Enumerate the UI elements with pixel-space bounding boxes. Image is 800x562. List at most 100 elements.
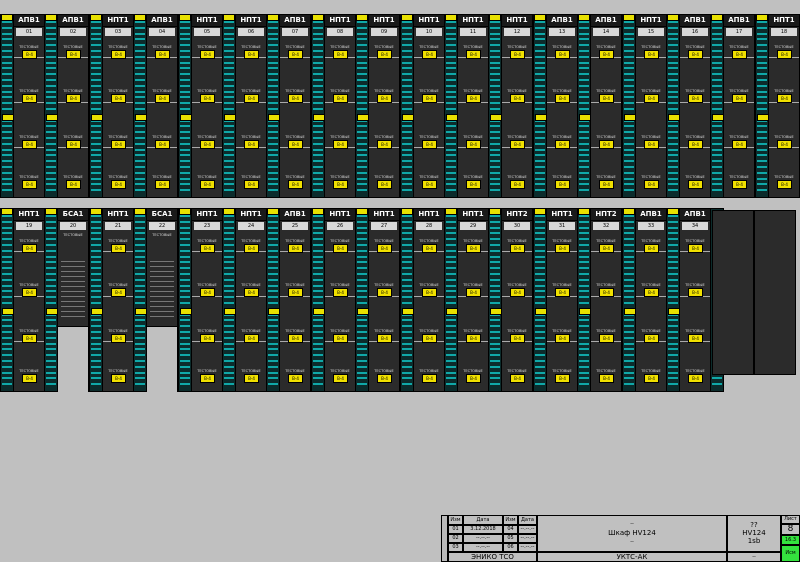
channel-label: ТЕСТОВЫЕ: [374, 45, 394, 49]
status-badge: В-4: [732, 94, 747, 103]
module-body: 26 ТЕСТОВЫЕ В-4 ТЕСТОВЫЕ В-4 ТЕСТОВЫЕ В-4 ТЕСТО…: [324, 220, 356, 392]
module-number: 30: [504, 222, 530, 230]
status-badge: В-4: [244, 140, 259, 149]
status-badge: В-4: [288, 140, 303, 149]
system-name: УКТС-АК: [537, 552, 727, 562]
module-number: 19: [16, 222, 42, 230]
bar-cap: [312, 208, 324, 215]
status-badge: В-4: [22, 50, 37, 59]
status-badge: В-4: [688, 50, 703, 59]
status-badge: В-4: [422, 94, 437, 103]
connector-strip: [355, 208, 369, 392]
status-badge: В-4: [688, 140, 703, 149]
status-badge: В-4: [22, 140, 37, 149]
status-badge: В-4: [466, 94, 481, 103]
status-badge: В-4: [422, 334, 437, 343]
status-badge: В-4: [644, 334, 659, 343]
channel-label: ТЕСТОВЫЕ: [507, 45, 527, 49]
channel-label: ТЕСТОВЫЕ: [19, 239, 39, 243]
channel-label: ТЕСТОВЫЕ: [241, 135, 261, 139]
channel-label: ТЕСТОВЫЕ: [19, 369, 39, 373]
module-number: 21: [105, 222, 131, 230]
bar-cap: [401, 14, 413, 21]
bar-cap: [711, 14, 723, 21]
module-number: 08: [327, 28, 353, 36]
empty-slot: [712, 210, 754, 375]
channel-label: ТЕСТОВЫЕ: [641, 135, 661, 139]
channel-label: ТЕСТОВЫЕ: [152, 175, 172, 179]
channel-label: ТЕСТОВЫЕ: [507, 329, 527, 333]
status-badge: В-4: [111, 180, 126, 189]
connector-strip: [622, 14, 636, 198]
channel-label: ТЕСТОВЫЕ: [19, 329, 39, 333]
status-badge: В-4: [555, 180, 570, 189]
channel-label: ТЕСТОВЫЕ: [241, 329, 261, 333]
channel-label: ТЕСТОВЫЕ: [774, 89, 794, 93]
connector-strip: [178, 208, 192, 392]
status-badge: В-4: [200, 180, 215, 189]
bar-cap: [223, 14, 235, 21]
connector-strip: [222, 14, 236, 198]
channel-label: ТЕСТОВЫЕ: [374, 283, 394, 287]
status-badge: В-4: [111, 94, 126, 103]
status-badge: В-4: [732, 50, 747, 59]
channel-label: ТЕСТОВЫЕ: [507, 89, 527, 93]
module-body: 33 ТЕСТОВЫЕ В-4 ТЕСТОВЫЕ В-4 ТЕСТОВЫЕ В-4 ТЕСТО…: [635, 220, 667, 392]
code-bottom: --: [727, 552, 781, 562]
status-badge: В-4: [333, 334, 348, 343]
channel-label: ТЕСТОВЫЕ: [641, 369, 661, 373]
status-badge: В-4: [555, 140, 570, 149]
channel-label: ТЕСТОВЫЕ: [330, 369, 350, 373]
status-badge: В-4: [644, 94, 659, 103]
channel-label: ТЕСТОВЫЕ: [330, 45, 350, 49]
status-badge: В-4: [288, 334, 303, 343]
channel-label: ТЕСТОВЫЕ: [63, 89, 83, 93]
connector-strip: [666, 208, 680, 392]
status-badge: В-4: [644, 180, 659, 189]
module-number: 01: [16, 28, 42, 36]
module-body: 13 ТЕСТОВЫЕ В-4 ТЕСТОВЫЕ В-4 ТЕСТОВЫЕ В-4 ТЕСТО…: [546, 26, 578, 198]
channel-label: ТЕСТОВЫЕ: [641, 329, 661, 333]
bar-cap: [401, 208, 413, 215]
module-body: 11 ТЕСТОВЫЕ В-4 ТЕСТОВЫЕ В-4 ТЕСТОВЫЕ В-4 ТЕСТО…: [457, 26, 489, 198]
module-body: 28 ТЕСТОВЫЕ В-4 ТЕСТОВЫЕ В-4 ТЕСТОВЫЕ В-4 ТЕСТО…: [413, 220, 445, 392]
status-badge: В-4: [555, 334, 570, 343]
channel-label: ТЕСТОВЫЕ: [685, 135, 705, 139]
channel-label: ТЕСТОВЫЕ: [685, 369, 705, 373]
channel-label: ТЕСТОВЫЕ: [197, 45, 217, 49]
status-badge: В-4: [288, 94, 303, 103]
connector-strip: [577, 208, 591, 392]
status-badge: В-4: [644, 50, 659, 59]
channel-label: ТЕСТОВЫЕ: [152, 89, 172, 93]
module-body: 27 ТЕСТОВЫЕ В-4 ТЕСТОВЫЕ В-4 ТЕСТОВЫЕ В-4 ТЕСТО…: [368, 220, 400, 392]
bar-cap: [179, 14, 191, 21]
connector-strip: [755, 14, 769, 198]
channel-label: ТЕСТОВЫЕ: [552, 369, 572, 373]
empty-slot: [754, 210, 796, 375]
status-badge: В-4: [200, 288, 215, 297]
status-badge: В-4: [66, 50, 81, 59]
status-badge: В-4: [288, 244, 303, 253]
status-badge: В-4: [333, 244, 348, 253]
status-badge: В-4: [333, 180, 348, 189]
channel-label: ТЕСТОВЫЕ: [685, 89, 705, 93]
channel-label: ТЕСТОВЫЕ: [685, 239, 705, 243]
module-body: 34 ТЕСТОВЫЕ В-4 ТЕСТОВЫЕ В-4 ТЕСТОВЫЕ В-4 ТЕСТО…: [679, 220, 711, 392]
module-number: 03: [105, 28, 131, 36]
module-number: 24: [238, 222, 264, 230]
channel-label: ТЕСТОВЫЕ: [285, 89, 305, 93]
connector-strip: [577, 14, 591, 198]
status-badge: В-4: [377, 334, 392, 343]
status-badge: В-4: [466, 50, 481, 59]
module-number: 32: [593, 222, 619, 230]
rev-izm-2: 02: [448, 534, 463, 543]
channel-label: ТЕСТОВЫЕ: [285, 369, 305, 373]
status-badge: В-4: [644, 244, 659, 253]
channel-label: ТЕСТОВЫЕ: [596, 283, 616, 287]
channel-label: ТЕСТОВЫЕ: [419, 369, 439, 373]
module-number: 09: [371, 28, 397, 36]
module-number: 20: [60, 222, 86, 230]
status-badge: В-4: [510, 94, 525, 103]
status-badge: В-4: [644, 374, 659, 383]
bar-cap: [667, 208, 679, 215]
